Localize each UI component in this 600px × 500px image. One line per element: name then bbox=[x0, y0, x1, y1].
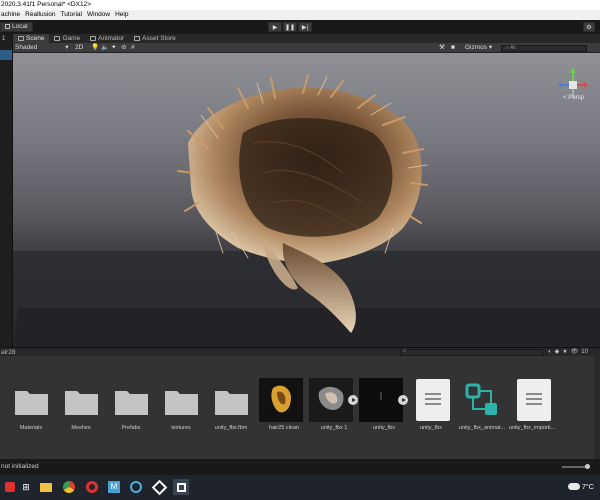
step-button[interactable]: ▶| bbox=[298, 22, 312, 32]
animator-icon bbox=[90, 36, 97, 41]
opera-icon[interactable] bbox=[84, 479, 100, 495]
chevron-down-icon: ▾ bbox=[65, 44, 69, 51]
folder-icon bbox=[165, 391, 198, 415]
local-icon bbox=[5, 23, 10, 29]
tab-scene-label: Scene bbox=[26, 35, 45, 42]
hair-material-thumbnail bbox=[259, 378, 303, 422]
scene-search-input[interactable]: ⌕ All bbox=[501, 44, 587, 52]
gear-icon: ⚙ bbox=[586, 24, 592, 31]
model-thumbnail bbox=[359, 378, 403, 422]
project-assets-panel: Materials Meshes Prefabs textures unity_… bbox=[0, 356, 600, 459]
store-icon bbox=[134, 36, 141, 41]
pivot-local-button[interactable]: Local bbox=[0, 22, 33, 32]
lighting-icon[interactable]: 💡 bbox=[91, 43, 99, 53]
game-icon bbox=[54, 36, 61, 41]
left-panel-number: 1 bbox=[2, 36, 6, 42]
chrome-icon[interactable] bbox=[61, 479, 77, 495]
folder-icon bbox=[115, 391, 148, 415]
asset-label: unity_fbx.fbm bbox=[214, 425, 248, 431]
file-explorer-icon[interactable] bbox=[38, 479, 54, 495]
editor-tabs: Scene Game Animator Asset Store bbox=[13, 34, 600, 43]
animator-controller-icon bbox=[465, 383, 497, 415]
app-c-icon[interactable] bbox=[128, 479, 144, 495]
playmode-controls: ▶ ❚❚ ▶| bbox=[268, 22, 313, 32]
icon-size-slider[interactable] bbox=[562, 464, 590, 469]
asset-model-unity-fbx-1[interactable]: unity_fbx 1 bbox=[309, 378, 359, 442]
os-taskbar: ⊞ M 7°C bbox=[0, 475, 600, 500]
shading-mode-label: Shaded bbox=[15, 44, 38, 51]
asset-folder-fbm[interactable]: unity_fbx.fbm bbox=[201, 378, 261, 442]
tab-game[interactable]: Game bbox=[49, 34, 85, 43]
play-icon: ▶ bbox=[272, 24, 278, 31]
left-panel-strip: 1 bbox=[0, 34, 13, 348]
step-icon: ▶| bbox=[301, 24, 309, 31]
menu-item-reallusion[interactable]: Reallusion bbox=[24, 10, 59, 20]
menu-item-machine[interactable]: achine bbox=[0, 10, 24, 20]
asset-doc-importer[interactable]: unity_fbx_importi... bbox=[502, 378, 562, 442]
tab-asset-store[interactable]: Asset Store bbox=[129, 34, 181, 43]
search-icon: ⌕ bbox=[506, 44, 509, 51]
document-icon bbox=[517, 379, 551, 421]
local-label: Local bbox=[12, 23, 28, 30]
project-search-input[interactable]: ⌕ bbox=[400, 348, 544, 356]
reallusion-icon[interactable]: M bbox=[106, 479, 122, 495]
pause-icon: ❚❚ bbox=[284, 24, 296, 31]
audio-icon[interactable]: 🔈 bbox=[101, 43, 109, 53]
asset-label: unity_fbx 1 bbox=[320, 425, 348, 431]
project-scrollbar[interactable] bbox=[594, 356, 600, 459]
model-thumbnail bbox=[309, 378, 353, 422]
tab-animator[interactable]: Animator bbox=[85, 34, 129, 43]
projection-label[interactable]: < Persp bbox=[563, 95, 584, 101]
window-title: 2020.3.41f1 Personal* <DX12> bbox=[0, 0, 600, 10]
tab-game-label: Game bbox=[62, 35, 81, 42]
effects-icon[interactable]: ✦ bbox=[111, 43, 116, 53]
menu-item-help[interactable]: Help bbox=[114, 10, 132, 20]
unity-hub-icon[interactable] bbox=[151, 479, 167, 495]
tab-animator-label: Animator bbox=[98, 35, 125, 42]
grid-toggle-icon[interactable]: # bbox=[131, 43, 135, 53]
orientation-gizmo[interactable] bbox=[558, 67, 588, 107]
scene-viewport[interactable]: < Persp bbox=[13, 53, 600, 347]
tools-icon[interactable]: ⚒ bbox=[439, 43, 445, 53]
status-bar: not initialized bbox=[0, 459, 600, 475]
folder-icon bbox=[15, 391, 48, 415]
weather-cloud-icon bbox=[568, 483, 580, 490]
unity-editor-icon[interactable] bbox=[173, 479, 189, 495]
search-icon: ⌕ bbox=[403, 348, 407, 354]
2d-toggle[interactable]: 2D bbox=[75, 43, 83, 53]
settings-button[interactable]: ⚙ bbox=[583, 22, 595, 32]
asset-material-hair25[interactable]: hair25 clean bbox=[259, 378, 309, 442]
play-button[interactable]: ▶ bbox=[268, 22, 282, 32]
main-toolbar: Local ▶ ❚❚ ▶| ⚙ bbox=[0, 20, 600, 34]
asset-label: unity_fbx_importi... bbox=[508, 425, 556, 431]
shading-mode-dropdown[interactable]: Shaded ▾ bbox=[15, 43, 69, 53]
weather-widget[interactable]: 7°C bbox=[565, 475, 600, 500]
grid-icon bbox=[18, 36, 24, 41]
pause-button[interactable]: ❚❚ bbox=[283, 22, 297, 32]
asset-label: hair25 clean bbox=[269, 425, 299, 431]
document-icon bbox=[416, 379, 450, 421]
hidden-objects-icon[interactable]: ⊘ bbox=[121, 43, 126, 53]
temperature: 7°C bbox=[582, 484, 594, 491]
scene-toolbar: Shaded ▾ 2D 💡 🔈 ✦ ⊘ # ⚒ ■ Gizmos ▾ ⌕ All bbox=[13, 43, 600, 53]
menu-bar: achine Reallusion Tutorial Window Help bbox=[0, 10, 600, 20]
expand-arrow-icon[interactable] bbox=[348, 395, 358, 405]
task-view-icon[interactable]: ⊞ bbox=[18, 479, 34, 495]
tab-scene[interactable]: Scene bbox=[13, 34, 50, 43]
scene-search-placeholder: All bbox=[509, 44, 516, 51]
camera-icon[interactable]: ■ bbox=[451, 43, 455, 53]
menu-item-tutorial[interactable]: Tutorial bbox=[60, 10, 86, 20]
project-header: air28 ⌕ ◐ ◆ ★ 👁 10 bbox=[0, 347, 600, 356]
hair-model[interactable] bbox=[13, 53, 600, 347]
folder-icon bbox=[215, 391, 248, 415]
menu-item-window[interactable]: Window bbox=[86, 10, 114, 20]
tab-asset-store-label: Asset Store bbox=[142, 35, 176, 42]
status-message: not initialized bbox=[1, 463, 39, 470]
folder-icon bbox=[65, 391, 98, 415]
gizmos-label: Gizmos bbox=[465, 44, 488, 51]
start-icon[interactable] bbox=[2, 479, 18, 495]
gizmos-dropdown[interactable]: Gizmos ▾ bbox=[465, 43, 492, 53]
selected-row[interactable] bbox=[0, 50, 12, 60]
